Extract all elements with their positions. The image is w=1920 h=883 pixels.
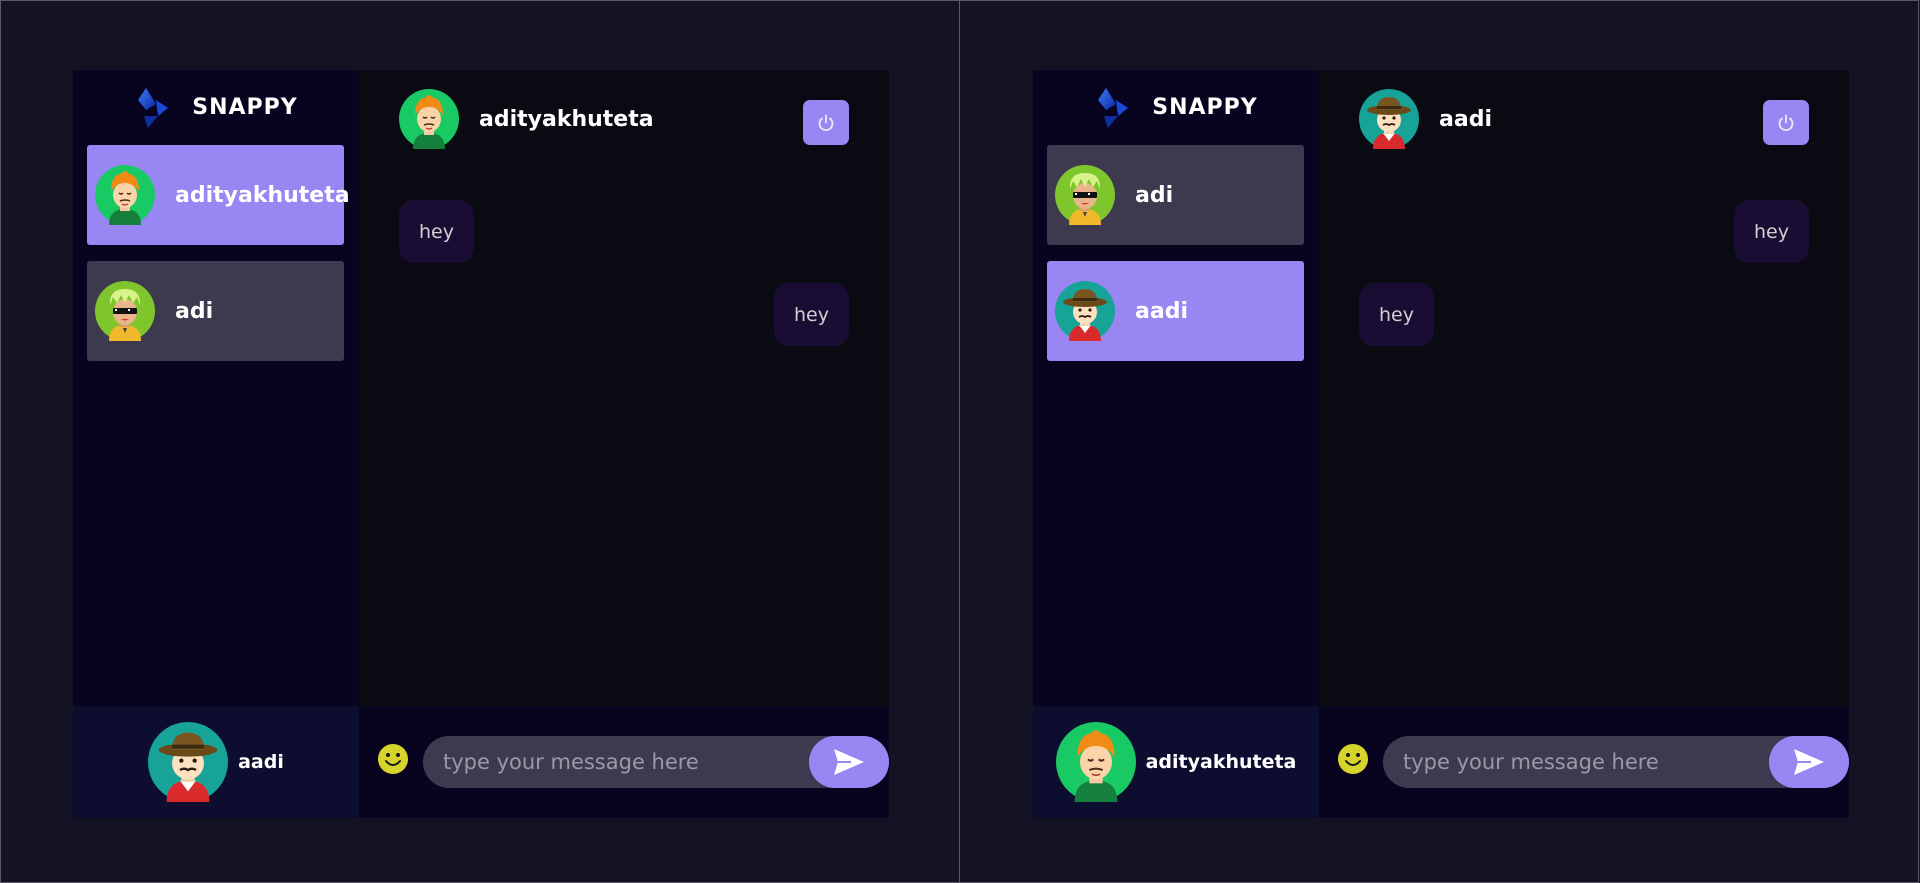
chat-panel: aadi hey hey: [1319, 70, 1849, 818]
contact-name: aadi: [1135, 298, 1188, 324]
hat-mustache-avatar: [148, 722, 228, 802]
message-input-wrap: [1383, 736, 1849, 788]
send-icon: [834, 749, 864, 775]
brand-name: SNAPPY: [1152, 95, 1258, 120]
chat-header: adityakhuteta: [399, 89, 654, 149]
orange-turban-avatar: [1056, 722, 1136, 802]
logout-button[interactable]: [803, 100, 849, 145]
current-user-name: adityakhuteta: [1145, 751, 1297, 773]
current-user: adityakhuteta: [1033, 706, 1319, 818]
message-sent: hey: [774, 283, 849, 346]
contact-aadi[interactable]: aadi: [1047, 261, 1304, 361]
power-icon: [818, 114, 834, 131]
message-input[interactable]: [443, 736, 793, 788]
contact-adityakhuteta[interactable]: adityakhuteta: [87, 145, 350, 245]
brand-name: SNAPPY: [192, 95, 298, 120]
sunglasses-avatar: [95, 281, 155, 341]
chat-app: SNAPPY adi aadi adityakhuteta aadi hey h…: [1033, 70, 1849, 818]
message-received: hey: [399, 200, 474, 263]
left-window: SNAPPY adityakhuteta adi aadi adityakhut…: [0, 0, 960, 883]
orange-turban-avatar: [95, 165, 155, 225]
hat-mustache-avatar: [1055, 281, 1115, 341]
message-input[interactable]: [1403, 736, 1753, 788]
chat-panel: adityakhuteta hey hey: [359, 70, 889, 818]
emoji-icon[interactable]: [377, 743, 409, 775]
message-received: hey: [1359, 283, 1434, 346]
contacts-sidebar: SNAPPY adi aadi adityakhuteta: [1033, 70, 1319, 818]
emoji-icon[interactable]: [1337, 743, 1369, 775]
send-icon: [1794, 749, 1824, 775]
chat-header-name: adityakhuteta: [479, 106, 654, 132]
contact-name: adityakhuteta: [175, 182, 350, 208]
power-icon: [1778, 114, 1794, 131]
chat-header: aadi: [1359, 89, 1492, 149]
chat-app: SNAPPY adityakhuteta adi aadi adityakhut…: [73, 70, 889, 818]
logout-button[interactable]: [1763, 100, 1809, 145]
right-window: SNAPPY adi aadi adityakhuteta aadi hey h…: [959, 0, 1919, 883]
contact-adi[interactable]: adi: [1047, 145, 1304, 245]
chat-header-name: aadi: [1439, 106, 1492, 132]
current-user-name: aadi: [238, 751, 284, 773]
snappy-logo-icon: [1098, 87, 1129, 128]
orange-turban-avatar: [399, 89, 459, 149]
contact-adi[interactable]: adi: [87, 261, 344, 361]
brand: SNAPPY: [1033, 70, 1319, 145]
brand: SNAPPY: [73, 70, 359, 145]
contact-name: adi: [175, 298, 214, 324]
send-button[interactable]: [1769, 736, 1849, 788]
send-button[interactable]: [809, 736, 889, 788]
message-input-bar: [359, 706, 889, 818]
message-sent: hey: [1734, 200, 1809, 263]
hat-mustache-avatar: [1359, 89, 1419, 149]
message-input-bar: [1319, 706, 1849, 818]
sunglasses-avatar: [1055, 165, 1115, 225]
message-input-wrap: [423, 736, 889, 788]
contacts-sidebar: SNAPPY adityakhuteta adi aadi: [73, 70, 359, 818]
snappy-logo-icon: [138, 87, 169, 128]
current-user: aadi: [73, 706, 359, 818]
contact-name: adi: [1135, 182, 1174, 208]
